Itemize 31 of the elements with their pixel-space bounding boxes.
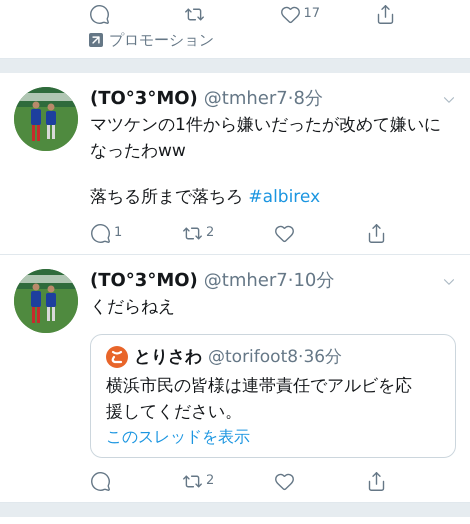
action-count: 2 — [206, 224, 214, 242]
user-handle[interactable]: @torifoot8 — [208, 345, 298, 369]
heart-icon[interactable] — [274, 222, 295, 244]
action-count: 2 — [206, 472, 214, 490]
hashtag-link[interactable]: #albirex — [248, 187, 320, 207]
reply-icon[interactable] — [90, 222, 111, 244]
reply-icon[interactable] — [89, 4, 110, 24]
tweet-time: ·10分 — [288, 269, 334, 293]
quoted-tweet[interactable]: とりさわ @torifoot8·36分 横浜市民の皆様は連帯責任でアルビを応援してください。 このスレッドを表示 — [90, 334, 456, 458]
tweet-text: マツケンの1件から嫌いだったが改めて嫌いになったわww — [90, 114, 442, 163]
share-icon[interactable] — [366, 470, 387, 492]
promoted-icon — [89, 33, 103, 47]
tweet-text: 落ちる所まで落ちろ #albirex — [90, 186, 322, 209]
display-name[interactable]: (TO°3°MO) — [90, 269, 198, 293]
heart-icon[interactable] — [280, 4, 300, 24]
quoted-text: 横浜市民の皆様は連帯責任でアルビを応援してください。 — [106, 375, 413, 424]
user-handle[interactable]: @tmher7 — [204, 269, 288, 293]
tweet-text: くだらねえ — [90, 296, 176, 319]
action-count: 17 — [304, 5, 320, 24]
heart-icon[interactable] — [274, 470, 295, 492]
share-icon[interactable] — [366, 222, 387, 244]
display-name[interactable]: (TO°3°MO) — [90, 87, 198, 111]
action-count: 1 — [114, 224, 122, 242]
reply-icon[interactable] — [90, 470, 111, 492]
logo-icon — [106, 346, 128, 368]
user-handle[interactable]: @tmher7 — [204, 87, 288, 111]
tweet-time: ·8分 — [288, 87, 323, 111]
show-thread-link[interactable]: このスレッドを表示 — [106, 425, 250, 449]
promoted-label: プロモーション — [109, 30, 214, 50]
tweet-time: ·36分 — [298, 346, 342, 369]
display-name[interactable]: とりさわ — [134, 345, 202, 369]
